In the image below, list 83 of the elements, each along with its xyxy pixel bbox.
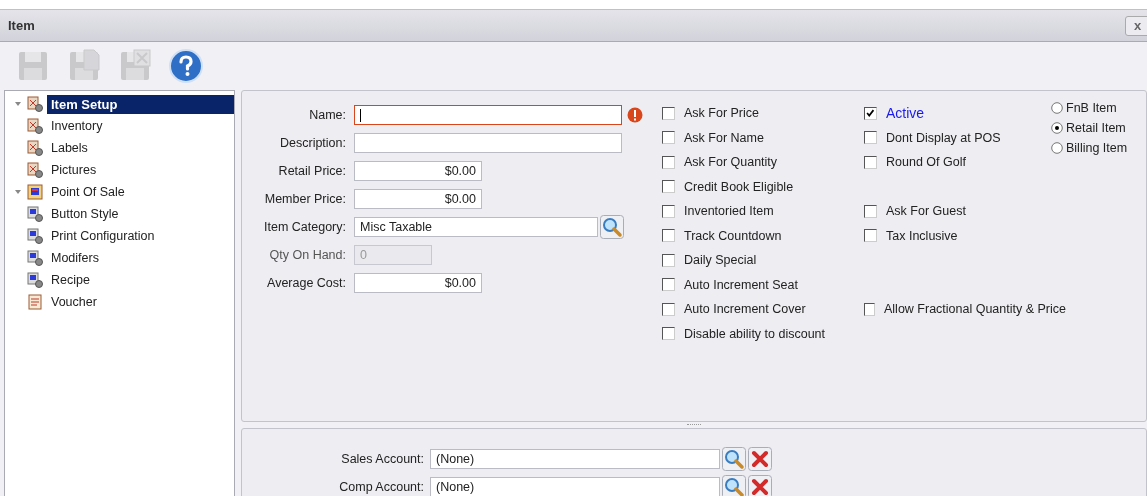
- clear-icon[interactable]: [748, 447, 772, 471]
- checkbox-label: Allow Fractional Quantity & Price: [884, 302, 1066, 316]
- checkbox[interactable]: [662, 253, 675, 267]
- field-label: Average Cost:: [266, 276, 346, 290]
- input-field[interactable]: $0.00: [354, 273, 482, 293]
- field-label: Member Price:: [263, 192, 346, 206]
- tools-icon: [27, 162, 43, 178]
- tree-item[interactable]: Button Style: [47, 205, 123, 223]
- checkbox[interactable]: [662, 180, 675, 193]
- checkbox[interactable]: [864, 106, 877, 120]
- register-gear-icon: [27, 272, 43, 288]
- field-label: Comp Account:: [338, 480, 425, 494]
- checkbox[interactable]: [662, 278, 675, 291]
- checkbox-label: Ask For Price: [684, 106, 759, 120]
- checkbox[interactable]: [662, 204, 675, 218]
- field-label: Item Category:: [263, 220, 346, 234]
- tree-item[interactable]: Recipe: [47, 271, 94, 289]
- field-label: Description:: [279, 136, 346, 150]
- checkbox[interactable]: [864, 155, 877, 169]
- radio-label: FnB Item: [1066, 101, 1117, 115]
- checkbox-label: Daily Special: [684, 253, 757, 267]
- checkbox[interactable]: [864, 131, 877, 144]
- checkbox-label: Ask For Guest: [886, 204, 966, 218]
- search-icon[interactable]: [600, 215, 624, 239]
- radio-button[interactable]: [1051, 102, 1063, 114]
- field-label: Sales Account:: [340, 452, 425, 466]
- input-field[interactable]: Misc Taxable: [354, 217, 598, 237]
- checkbox[interactable]: [662, 327, 675, 340]
- checkbox[interactable]: [662, 106, 675, 120]
- register-gear-icon: [27, 250, 43, 266]
- checkbox[interactable]: [864, 204, 877, 218]
- close-button[interactable]: x: [1125, 15, 1147, 36]
- register-gear-icon: [27, 206, 43, 222]
- tree-item[interactable]: Point Of Sale: [47, 183, 129, 201]
- checkbox[interactable]: [864, 302, 875, 316]
- checkbox-label: Ask For Name: [684, 130, 764, 145]
- checkbox-label: Dont Display at POS: [886, 130, 1001, 145]
- checkbox[interactable]: [662, 155, 675, 169]
- tree-item[interactable]: Item Setup: [47, 94, 234, 114]
- clear-icon[interactable]: [748, 475, 772, 496]
- input-field[interactable]: (None): [430, 477, 720, 496]
- checkbox-label: Active: [886, 105, 925, 121]
- field-label: Qty On Hand:: [268, 248, 346, 262]
- search-icon[interactable]: [722, 475, 746, 496]
- checkbox[interactable]: [662, 131, 675, 144]
- input-field[interactable]: (None): [430, 449, 720, 469]
- checkbox-label: Auto Increment Cover: [684, 302, 806, 316]
- checkbox-label: Round Of Golf: [886, 155, 966, 169]
- input-field[interactable]: [354, 133, 622, 153]
- radio-button[interactable]: [1051, 122, 1063, 134]
- checkbox[interactable]: [864, 229, 877, 242]
- checkbox-label: Track Countdown: [684, 228, 782, 243]
- checkbox-label: Credit Book Eligible: [684, 179, 794, 194]
- tools-icon: [27, 140, 43, 156]
- checkbox-label: Disable ability to discount: [684, 326, 826, 341]
- tree-item[interactable]: Labels: [47, 139, 92, 157]
- checkbox-label: Tax Inclusive: [886, 228, 958, 243]
- input-field[interactable]: $0.00: [354, 189, 482, 209]
- tree-item[interactable]: Voucher: [47, 293, 101, 311]
- input-field[interactable]: [354, 105, 622, 125]
- search-icon[interactable]: [722, 447, 746, 471]
- radio-label: Billing Item: [1066, 141, 1128, 155]
- checkbox[interactable]: [662, 229, 675, 242]
- tools-icon: [27, 96, 43, 112]
- tree-item[interactable]: Inventory: [47, 117, 107, 135]
- checkbox-label: Inventoried Item: [684, 204, 774, 218]
- input-field[interactable]: $0.00: [354, 161, 482, 181]
- radio-label: Retail Item: [1066, 121, 1126, 135]
- help-icon[interactable]: [168, 48, 204, 84]
- register-icon: [27, 184, 43, 200]
- tools-icon: [27, 118, 43, 134]
- radio-button[interactable]: [1051, 142, 1063, 154]
- field-label: Name:: [308, 108, 346, 122]
- field-label: Retail Price:: [277, 164, 346, 178]
- voucher-icon: [27, 294, 43, 310]
- register-gear-icon: [27, 228, 43, 244]
- checkbox-label: Auto Increment Seat: [684, 277, 798, 292]
- tree-item[interactable]: Pictures: [47, 161, 101, 179]
- tree-item[interactable]: Print Configuration: [47, 227, 159, 245]
- window-title: Item: [8, 18, 35, 33]
- checkbox-label: Ask For Quantity: [684, 155, 778, 169]
- tree-item[interactable]: Modifers: [47, 249, 103, 267]
- checkbox[interactable]: [662, 302, 675, 316]
